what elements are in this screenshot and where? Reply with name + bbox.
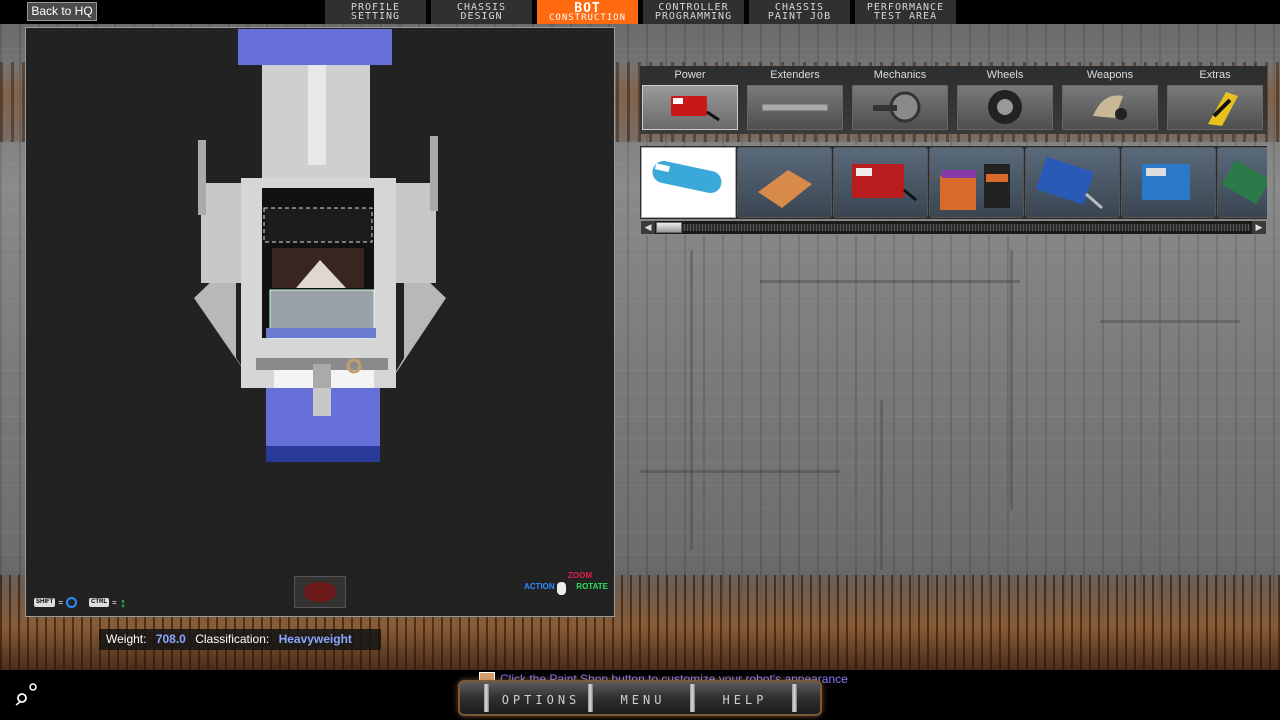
- tab-label-line2: PAINT JOB: [767, 11, 832, 22]
- classification-value: Heavyweight: [278, 632, 352, 646]
- tab-controller-programming[interactable]: CONTROLLER PROGRAMMING: [643, 0, 744, 24]
- category-power[interactable]: Power: [640, 66, 740, 134]
- blue-armor-plate-top: [238, 29, 392, 65]
- bolt-icon: [792, 684, 797, 712]
- circuit-trace: [760, 280, 1020, 283]
- robot-3d-viewport[interactable]: SHIFT = CTRL = ↕ ZOOM ACTION ROTATE: [25, 27, 615, 617]
- help-button[interactable]: HELP: [700, 692, 790, 708]
- battery-cells-icon: [940, 164, 1010, 210]
- scroll-thumb[interactable]: [656, 222, 682, 233]
- scroll-left-arrow-icon[interactable]: ◀: [641, 221, 655, 234]
- part-blue-canister-battery[interactable]: [641, 147, 736, 218]
- frame-rail: [266, 328, 376, 338]
- blue-pwm-battery-icon: [1036, 156, 1103, 210]
- blue-speed-controller-icon: [1142, 164, 1190, 200]
- category-label: Extenders: [770, 69, 820, 81]
- extender-bar-icon: [747, 85, 843, 130]
- tab-label-line2: TEST AREA: [873, 11, 938, 22]
- motor-icon: [852, 85, 948, 130]
- category-label: Wheels: [986, 69, 1024, 81]
- column-foot: [313, 388, 331, 416]
- keyboard-hints: SHIFT = CTRL = ↕: [34, 595, 127, 610]
- top-nav-bar: [0, 0, 1280, 24]
- scroll-right-arrow-icon[interactable]: ▶: [1252, 221, 1266, 234]
- zoom-hint: ZOOM: [568, 571, 592, 580]
- parts-scrollbar[interactable]: ◀ ▶: [640, 220, 1267, 235]
- tab-label-line2: SETTING: [350, 11, 401, 22]
- battery-icon: [642, 85, 738, 130]
- circuit-trace: [1010, 250, 1013, 510]
- part-blue-pwm-battery[interactable]: [1025, 147, 1120, 218]
- category-label: Mechanics: [873, 69, 927, 81]
- equals-sign: =: [58, 598, 64, 607]
- chassis-highlight: [308, 65, 326, 165]
- menu-button[interactable]: MENU: [598, 692, 688, 708]
- circuit-trace: [690, 250, 693, 550]
- green-circuit-board-icon: [1221, 159, 1267, 205]
- bolt-icon: [690, 684, 695, 712]
- blade-icon: [1062, 85, 1158, 130]
- bottom-console: OPTIONS MENU HELP: [458, 680, 822, 716]
- category-extenders[interactable]: Extenders: [745, 66, 845, 134]
- part-orange-battery-pack[interactable]: [737, 147, 832, 218]
- weight-value: 708.0: [155, 632, 186, 646]
- blue-canister-battery-icon: [652, 161, 722, 193]
- circuit-trace: [880, 400, 883, 570]
- part-blue-speed-controller[interactable]: [1121, 147, 1216, 218]
- equals-sign: =: [112, 598, 117, 607]
- category-label: Power: [674, 69, 706, 81]
- tab-label-line2: PROGRAMMING: [654, 11, 733, 22]
- category-label: Weapons: [1086, 69, 1134, 81]
- bolt-icon: [484, 684, 489, 712]
- category-mechanics[interactable]: Mechanics: [850, 66, 950, 134]
- mouse-icon: [557, 582, 566, 595]
- category-label: Extras: [1199, 69, 1231, 81]
- tab-performance-test-area[interactable]: PERFORMANCE TEST AREA: [855, 0, 956, 24]
- weight-label: Weight:: [106, 632, 147, 646]
- battery-block: [263, 207, 373, 243]
- right-post: [430, 136, 438, 211]
- tab-profile-setting[interactable]: PROFILE SETTING: [325, 0, 426, 24]
- tab-label-line2: DESIGN: [460, 11, 503, 22]
- circuit-trace: [640, 470, 840, 473]
- bolt-icon: [588, 684, 593, 712]
- options-button[interactable]: OPTIONS: [496, 692, 586, 708]
- wheel-icon: [957, 85, 1053, 130]
- category-extras[interactable]: Extras: [1165, 66, 1265, 134]
- part-red-battery[interactable]: [833, 147, 928, 218]
- plate-shadow: [266, 446, 380, 462]
- back-to-hq-button[interactable]: Back to HQ: [27, 2, 97, 21]
- category-wheels[interactable]: Wheels: [955, 66, 1055, 134]
- part-preview-thumbnail: [294, 576, 346, 608]
- tab-label-line2: CONSTRUCTION: [548, 13, 627, 23]
- rotate-icon: [66, 597, 78, 608]
- part-battery-cells[interactable]: [929, 147, 1024, 218]
- tab-chassis-paint-job[interactable]: CHASSIS PAINT JOB: [749, 0, 850, 24]
- weight-classification-bar: Weight: 708.0 Classification: Heavyweigh…: [99, 629, 381, 650]
- category-weapons[interactable]: Weapons: [1060, 66, 1160, 134]
- scroll-track[interactable]: [657, 224, 1250, 231]
- rotate-hint: ROTATE: [576, 582, 608, 591]
- circuit-trace: [1100, 320, 1240, 323]
- part-green-circuit-board[interactable]: [1217, 147, 1267, 218]
- hazard-plate-icon: [1167, 85, 1263, 130]
- classification-label: Classification:: [195, 632, 270, 646]
- vertical-move-icon: ↕: [119, 595, 127, 610]
- part-category-bar: Power Extenders Mechanics Wheels Weapons…: [640, 66, 1267, 134]
- mouse-hints: ZOOM ACTION ROTATE: [524, 571, 608, 602]
- tab-chassis-design[interactable]: CHASSIS DESIGN: [431, 0, 532, 24]
- tab-bot-construction[interactable]: BOT CONSTRUCTION: [537, 0, 638, 24]
- red-battery-icon: [852, 164, 917, 202]
- action-hint: ACTION: [524, 582, 555, 591]
- orange-battery-pack-icon: [758, 170, 812, 208]
- robot-model[interactable]: [26, 28, 614, 616]
- left-post: [198, 140, 206, 215]
- parts-carousel: [640, 146, 1267, 219]
- game-logo-icon: [15, 683, 37, 706]
- ctrl-key-icon: CTRL: [89, 598, 110, 607]
- shift-key-icon: SHIFT: [34, 598, 56, 607]
